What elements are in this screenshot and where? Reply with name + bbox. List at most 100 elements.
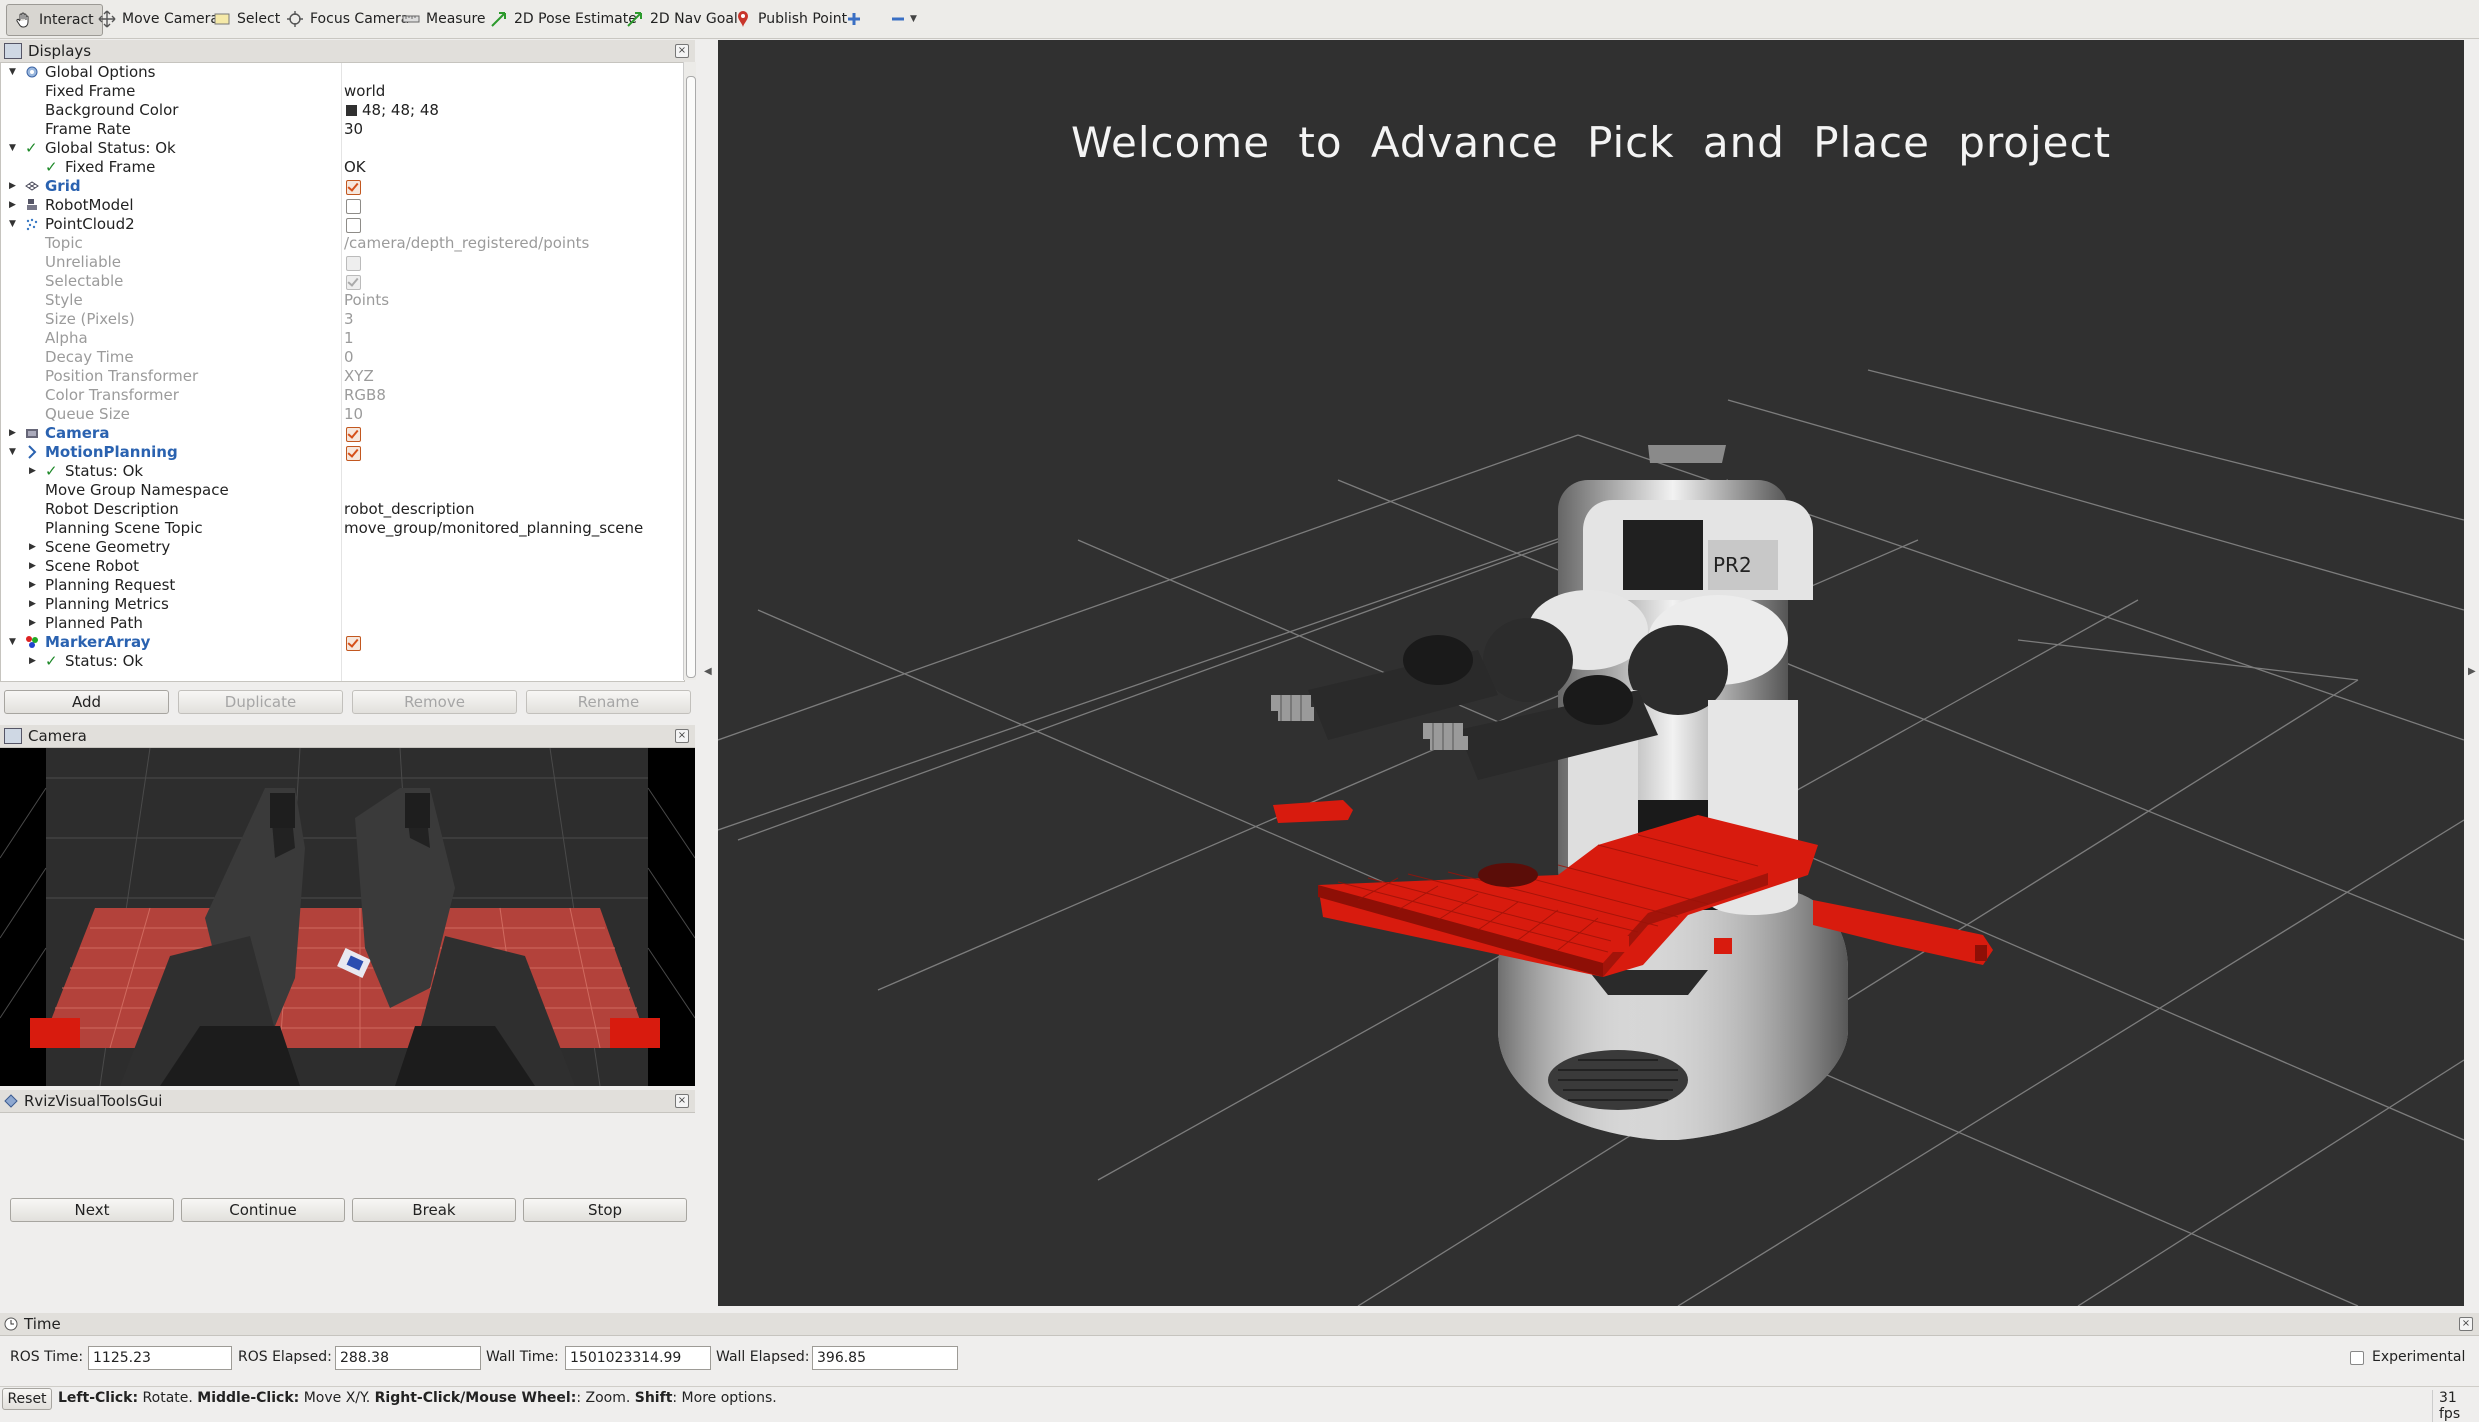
- splitter-right-arrow-icon[interactable]: ▶: [2468, 666, 2476, 677]
- close-icon[interactable]: ×: [675, 1094, 689, 1108]
- splitter-left-arrow-icon[interactable]: ◀: [704, 666, 712, 677]
- tree-value[interactable]: 0: [344, 348, 354, 367]
- collapse-arrow-icon[interactable]: ▶: [29, 599, 39, 609]
- expand-arrow-icon[interactable]: ▼: [9, 67, 19, 77]
- tree-row-decay-time[interactable]: Decay Time 0: [1, 348, 661, 367]
- collapse-arrow-icon[interactable]: ▶: [29, 618, 39, 628]
- wall-time-field[interactable]: 1501023314.99: [565, 1346, 711, 1370]
- grid-enable-checkbox[interactable]: [346, 180, 361, 195]
- tree-row-marker-array[interactable]: ▼ MarkerArray: [1, 633, 661, 652]
- tree-row-planning-request[interactable]: ▶ Planning Request: [1, 576, 661, 595]
- collapse-arrow-icon[interactable]: ▶: [29, 561, 39, 571]
- rename-display-button[interactable]: Rename: [526, 690, 691, 714]
- reset-button[interactable]: Reset: [2, 1388, 52, 1410]
- collapse-arrow-icon[interactable]: ▶: [9, 200, 19, 210]
- tree-value[interactable]: XYZ: [344, 367, 374, 386]
- unreliable-checkbox[interactable]: [346, 256, 361, 271]
- tree-row-topic[interactable]: Topic /camera/depth_registered/points: [1, 234, 661, 253]
- tree-row-robot-description[interactable]: Robot Description robot_description: [1, 500, 661, 519]
- close-icon[interactable]: ×: [675, 44, 689, 58]
- select-tool-button[interactable]: Select: [213, 4, 280, 34]
- tree-row-global-options[interactable]: ▼ Global Options: [1, 63, 661, 82]
- tree-row-pointcloud2[interactable]: ▼ PointCloud2: [1, 215, 661, 234]
- tree-row-background-color[interactable]: Background Color 48; 48; 48: [1, 101, 661, 120]
- tree-row-motion-planning-status[interactable]: ▶ ✓ Status: Ok: [1, 462, 661, 481]
- tree-row-size-pixels[interactable]: Size (Pixels) 3: [1, 310, 661, 329]
- tree-row-planning-metrics[interactable]: ▶ Planning Metrics: [1, 595, 661, 614]
- collapse-arrow-icon[interactable]: ▶: [29, 466, 39, 476]
- expand-arrow-icon[interactable]: ▼: [9, 219, 19, 229]
- tree-row-scene-robot[interactable]: ▶ Scene Robot: [1, 557, 661, 576]
- add-display-button[interactable]: Add: [4, 690, 169, 714]
- close-icon[interactable]: ×: [675, 729, 689, 743]
- collapse-arrow-icon[interactable]: ▶: [29, 580, 39, 590]
- tree-value[interactable]: RGB8: [344, 386, 386, 405]
- publish-point-tool-button[interactable]: Publish Point: [734, 4, 847, 34]
- interact-tool-button[interactable]: Interact: [6, 4, 103, 36]
- tree-value[interactable]: world: [344, 82, 385, 101]
- color-swatch[interactable]: [346, 105, 357, 116]
- focus-camera-tool-button[interactable]: Focus Camera: [286, 4, 409, 34]
- break-button[interactable]: Break: [352, 1198, 516, 1222]
- stop-button[interactable]: Stop: [523, 1198, 687, 1222]
- remove-display-button[interactable]: Remove: [352, 690, 517, 714]
- continue-button[interactable]: Continue: [181, 1198, 345, 1222]
- nav-goal-tool-button[interactable]: 2D Nav Goal: [626, 4, 738, 34]
- scrollbar-thumb[interactable]: [686, 76, 696, 678]
- render-3d-view[interactable]: Welcome to Advance Pick and Place projec…: [718, 40, 2464, 1306]
- experimental-checkbox[interactable]: [2350, 1351, 2364, 1365]
- tree-value[interactable]: 48; 48; 48: [362, 101, 439, 120]
- tree-row-scene-geometry[interactable]: ▶ Scene Geometry: [1, 538, 661, 557]
- camera-enable-checkbox[interactable]: [346, 427, 361, 442]
- tree-row-unreliable[interactable]: Unreliable: [1, 253, 661, 272]
- ros-time-field[interactable]: 1125.23: [88, 1346, 232, 1370]
- selectable-checkbox[interactable]: [346, 275, 361, 290]
- tree-row-robot-model[interactable]: ▶ RobotModel: [1, 196, 661, 215]
- tree-row-fixed-frame-status[interactable]: ✓ Fixed Frame OK: [1, 158, 661, 177]
- tree-value[interactable]: 10: [344, 405, 363, 424]
- pointcloud2-enable-checkbox[interactable]: [346, 218, 361, 233]
- tree-value[interactable]: move_group/monitored_planning_scene: [344, 519, 643, 538]
- remove-tool-dropdown[interactable]: ▼: [890, 4, 917, 34]
- tree-value[interactable]: 30: [344, 120, 363, 139]
- pose-estimate-tool-button[interactable]: 2D Pose Estimate: [490, 4, 637, 34]
- wall-elapsed-field[interactable]: 396.85: [812, 1346, 958, 1370]
- expand-arrow-icon[interactable]: ▼: [9, 447, 19, 457]
- tree-row-frame-rate[interactable]: Frame Rate 30: [1, 120, 661, 139]
- duplicate-display-button[interactable]: Duplicate: [178, 690, 343, 714]
- tree-row-style[interactable]: Style Points: [1, 291, 661, 310]
- camera-image-view[interactable]: [0, 748, 695, 1086]
- tree-value[interactable]: robot_description: [344, 500, 475, 519]
- measure-tool-button[interactable]: Measure: [402, 4, 486, 34]
- displays-scrollbar[interactable]: [683, 62, 696, 680]
- expand-arrow-icon[interactable]: ▼: [9, 143, 19, 153]
- tree-row-planning-scene-topic[interactable]: Planning Scene Topic move_group/monitore…: [1, 519, 661, 538]
- tree-row-marker-array-status[interactable]: ▶ ✓ Status: Ok: [1, 652, 661, 671]
- tree-row-fixed-frame[interactable]: Fixed Frame world: [1, 82, 661, 101]
- collapse-arrow-icon[interactable]: ▶: [9, 181, 19, 191]
- robot-model-enable-checkbox[interactable]: [346, 199, 361, 214]
- tree-row-alpha[interactable]: Alpha 1: [1, 329, 661, 348]
- tree-row-selectable[interactable]: Selectable: [1, 272, 661, 291]
- collapse-arrow-icon[interactable]: ▶: [29, 656, 39, 666]
- tree-row-motion-planning[interactable]: ▼ MotionPlanning: [1, 443, 661, 462]
- tree-value[interactable]: 3: [344, 310, 354, 329]
- tree-row-planned-path[interactable]: ▶ Planned Path: [1, 614, 661, 633]
- tree-value[interactable]: Points: [344, 291, 389, 310]
- move-camera-tool-button[interactable]: Move Camera: [98, 4, 219, 34]
- tree-row-grid[interactable]: ▶ Grid: [1, 177, 661, 196]
- tree-row-camera[interactable]: ▶ Camera: [1, 424, 661, 443]
- tree-row-global-status[interactable]: ▼ ✓ Global Status: Ok: [1, 139, 661, 158]
- next-button[interactable]: Next: [10, 1198, 174, 1222]
- motion-planning-enable-checkbox[interactable]: [346, 446, 361, 461]
- tree-row-queue-size[interactable]: Queue Size 10: [1, 405, 661, 424]
- tree-value[interactable]: /camera/depth_registered/points: [344, 234, 589, 253]
- ros-elapsed-field[interactable]: 288.38: [335, 1346, 481, 1370]
- collapse-arrow-icon[interactable]: ▶: [9, 428, 19, 438]
- marker-array-enable-checkbox[interactable]: [346, 636, 361, 651]
- close-icon[interactable]: ×: [2459, 1317, 2473, 1331]
- tree-row-color-transformer[interactable]: Color Transformer RGB8: [1, 386, 661, 405]
- tree-row-position-transformer[interactable]: Position Transformer XYZ: [1, 367, 661, 386]
- tree-value[interactable]: 1: [344, 329, 354, 348]
- collapse-arrow-icon[interactable]: ▶: [29, 542, 39, 552]
